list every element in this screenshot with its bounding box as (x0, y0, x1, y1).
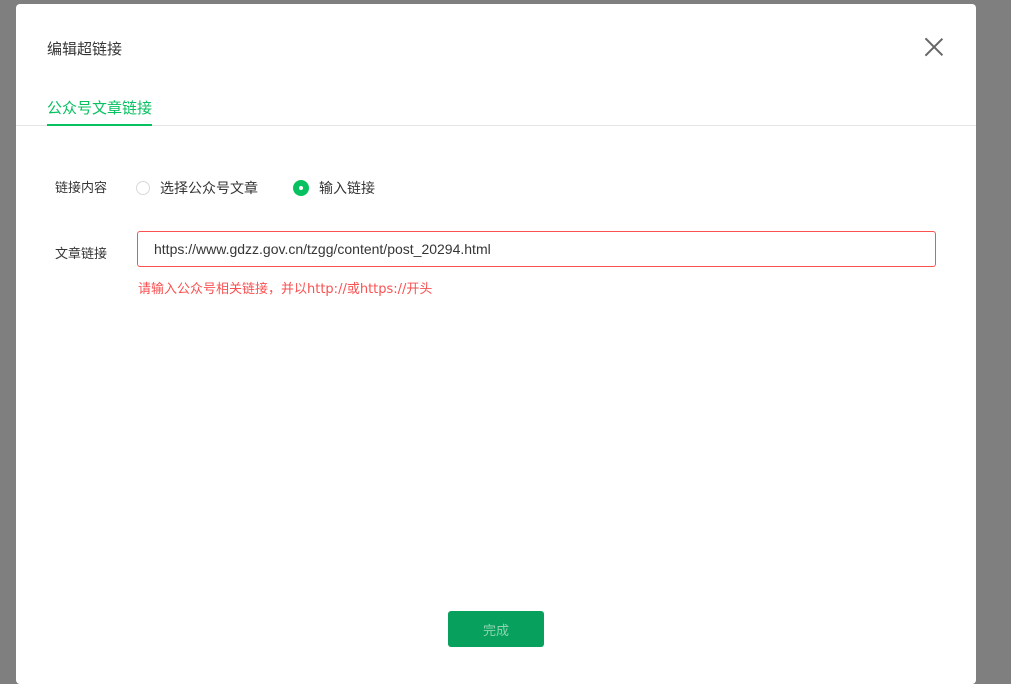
edit-hyperlink-dialog: 编辑超链接 公众号文章链接 链接内容 选择公众号文章 输入链接 文章链接 请输入… (16, 4, 976, 684)
radio-checked-icon (293, 180, 309, 196)
dialog-title: 编辑超链接 (47, 40, 123, 58)
link-content-label: 链接内容 (55, 181, 108, 196)
article-link-label: 文章链接 (55, 247, 108, 262)
radio-input-link-label: 输入链接 (319, 181, 375, 197)
radio-select-article-label: 选择公众号文章 (160, 181, 258, 197)
radio-input-link[interactable]: 输入链接 (293, 178, 375, 198)
tab-article-link[interactable]: 公众号文章链接 (47, 97, 153, 126)
tab-bar: 公众号文章链接 (16, 92, 976, 126)
close-icon[interactable] (922, 35, 946, 59)
link-error-message: 请输入公众号相关链接，并以http://或https://开头 (138, 282, 433, 297)
radio-select-article[interactable]: 选择公众号文章 (136, 178, 258, 198)
done-button[interactable]: 完成 (448, 611, 544, 647)
radio-unchecked-icon (136, 181, 150, 195)
article-link-input[interactable] (137, 231, 936, 267)
